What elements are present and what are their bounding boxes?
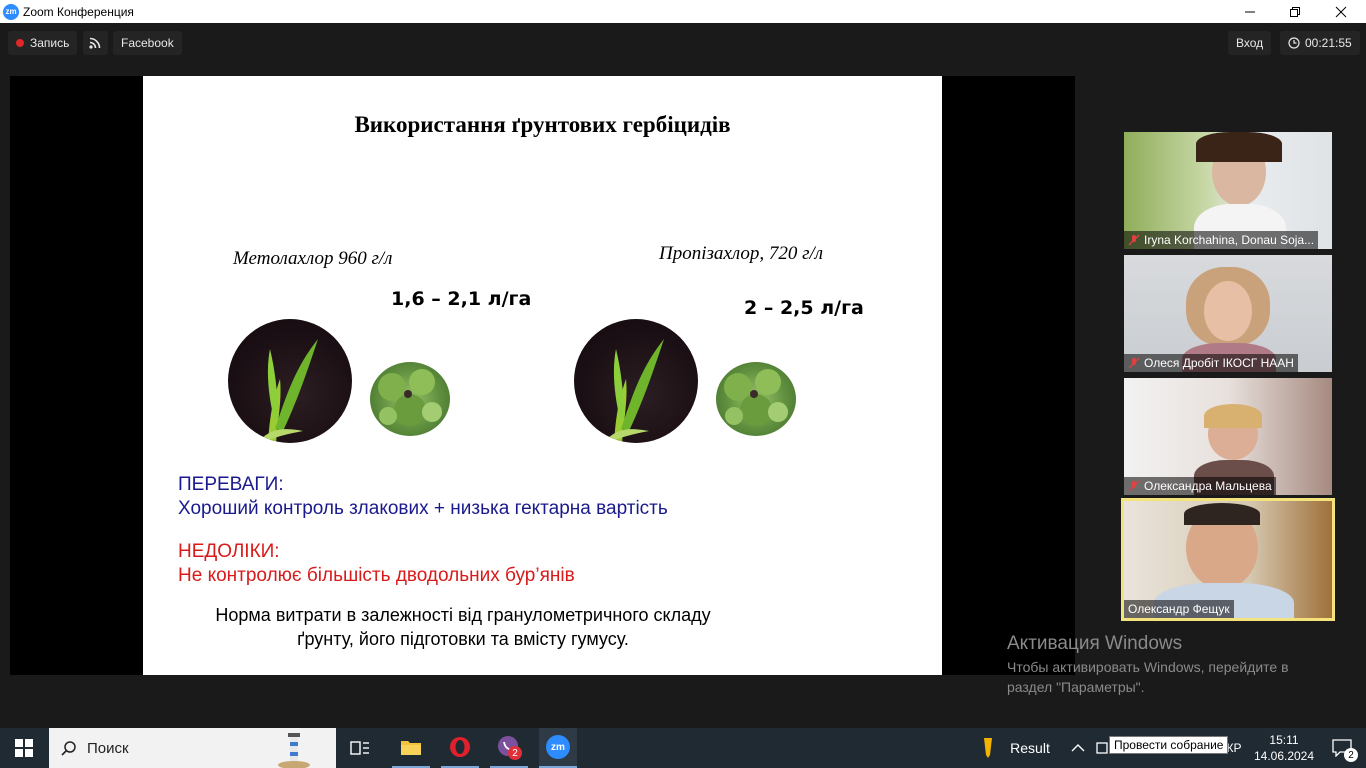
window-title: Zoom Конференция [23, 4, 134, 19]
drawbacks-heading: НЕДОЛІКИ: [178, 541, 280, 562]
footnote-line-1: Норма витрати в залежності від грануломе… [215, 605, 711, 625]
start-button[interactable] [0, 728, 48, 768]
search-placeholder: Поиск [87, 739, 129, 757]
task-view-icon [350, 741, 369, 755]
broadleaf-weed-drawing [378, 369, 442, 426]
participant-hair [1196, 132, 1282, 162]
grass-seedling-image [228, 319, 352, 443]
slide-title: Використання ґрунтових гербіцидів [354, 112, 731, 137]
recording-indicator[interactable]: Запись [8, 31, 78, 55]
participant-video-tile[interactable]: Олександра Мальцева [1124, 378, 1332, 495]
viber-badge: 2 [508, 746, 522, 760]
weather-widget[interactable]: Result [976, 728, 1054, 768]
activation-watermark-text: Чтобы активировать Windows, перейдите в … [1007, 657, 1337, 697]
show-hidden-icons-button[interactable] [1066, 728, 1090, 768]
signin-button[interactable]: Вход [1228, 31, 1272, 55]
meeting-timer: 00:21:55 [1280, 31, 1360, 55]
taskbar-tooltip: Провести собрание [1109, 736, 1229, 754]
activation-line-2: раздел "Параметры". [1007, 679, 1145, 695]
facebook-label: Facebook [121, 36, 174, 50]
broadleaf-weed-image [370, 362, 450, 436]
muted-mic-icon [1128, 234, 1140, 246]
participant-hair [1204, 404, 1262, 428]
signin-label: Вход [1236, 36, 1264, 50]
active-speaker-video-tile[interactable]: Олександр Фещук [1121, 498, 1335, 621]
participant-name-tag: Олеся Дробіт ІКОСГ НААН [1124, 354, 1298, 372]
minimize-button[interactable] [1227, 0, 1273, 23]
window-title-bar: zm Zoom Конференция [0, 0, 1366, 23]
herbicide-2-label: Пропізахлор, 720 г/л [659, 243, 824, 264]
folder-icon [401, 741, 421, 755]
livestream-button[interactable] [83, 31, 108, 55]
facebook-stream-button[interactable]: Facebook [113, 31, 182, 55]
chevron-up-icon [1071, 744, 1085, 752]
timer-value: 00:21:55 [1305, 36, 1352, 50]
herbicide-1-label: Метолахлор 960 г/л [233, 248, 393, 269]
minimize-icon [1245, 11, 1255, 12]
notifications-button[interactable]: 2 [1322, 728, 1362, 768]
participant-name: Олеся Дробіт ІКОСГ НААН [1144, 356, 1294, 370]
participant-name: Олександр Фещук [1128, 602, 1230, 616]
muted-mic-icon [1128, 357, 1140, 369]
participant-name-tag: Iryna Korchahina, Donau Soja... [1124, 231, 1319, 249]
participant-name-tag: Олександр Фещук [1124, 600, 1234, 618]
clock-icon [1288, 37, 1300, 49]
activation-line-1: Чтобы активировать Windows, перейдите в [1007, 659, 1289, 675]
participant-video-tile[interactable]: Олеся Дробіт ІКОСГ НААН [1124, 255, 1332, 372]
grass-seedling-drawing-2 [604, 339, 664, 443]
taskbar-clock[interactable]: 15:11 14.06.2024 [1246, 728, 1322, 768]
herbicide-1-rate: 1,6 – 2,1 л/га [391, 288, 532, 310]
close-button[interactable] [1318, 0, 1364, 23]
meeting-top-toolbar: Запись Facebook Вход 00:21:55 [0, 23, 1366, 63]
clock-time: 15:11 [1269, 733, 1299, 747]
close-icon [1335, 6, 1347, 17]
slide-footnote: Норма витрати в залежності від грануломе… [143, 603, 783, 651]
participant-hair [1184, 503, 1260, 525]
presentation-slide: Використання ґрунтових гербіцидів Метола… [143, 76, 942, 675]
advantages-text: Хороший контроль злакових + низька гекта… [178, 498, 668, 519]
file-explorer-button[interactable] [392, 728, 430, 768]
participant-name: Iryna Korchahina, Donau Soja... [1144, 233, 1315, 247]
herbicide-2-rate: 2 – 2,5 л/га [744, 297, 864, 319]
participant-name-tag: Олександра Мальцева [1124, 477, 1276, 495]
zoom-app-icon: zm [546, 735, 570, 759]
pencil-icon [984, 738, 993, 758]
zoom-taskbar-button[interactable]: zm [539, 728, 577, 768]
grass-seedling-image-2 [574, 319, 698, 443]
broadleaf-weed-drawing-2 [724, 369, 788, 426]
record-dot-icon [16, 39, 24, 47]
activation-watermark-title: Активация Windows [1007, 633, 1183, 654]
participant-face [1204, 281, 1252, 341]
tray-device-icon [1096, 742, 1108, 754]
restore-icon [1290, 6, 1300, 17]
recording-label: Запись [30, 36, 70, 50]
notifications-badge: 2 [1344, 748, 1358, 762]
drawbacks-text: Не контролює більшість дводольних бур’ян… [178, 565, 575, 586]
restore-button[interactable] [1272, 0, 1318, 23]
advantages-heading: ПЕРЕВАГИ: [178, 474, 284, 495]
viber-button[interactable]: 2 [490, 728, 528, 768]
rss-icon [89, 37, 101, 49]
footnote-line-2: ґрунту, його підготовки та вмісту гумусу… [297, 629, 629, 649]
lighthouse-icon [278, 733, 310, 768]
participant-name: Олександра Мальцева [1144, 479, 1272, 493]
participant-video-tile[interactable]: Iryna Korchahina, Donau Soja... [1124, 132, 1332, 249]
clock-date: 14.06.2024 [1253, 749, 1315, 763]
opera-browser-button[interactable] [441, 728, 479, 768]
grass-seedling-drawing [258, 339, 318, 443]
taskbar-search-box[interactable]: Поиск [49, 728, 336, 768]
broadleaf-weed-image-2 [716, 362, 796, 436]
result-label: Result [1010, 740, 1050, 756]
windows-logo-icon [15, 739, 33, 757]
zoom-logo-icon: zm [3, 3, 19, 20]
language-label: КР [1226, 741, 1242, 755]
search-icon [61, 741, 76, 756]
opera-icon [450, 737, 470, 757]
task-view-button[interactable] [341, 728, 379, 768]
muted-mic-icon [1128, 480, 1140, 492]
